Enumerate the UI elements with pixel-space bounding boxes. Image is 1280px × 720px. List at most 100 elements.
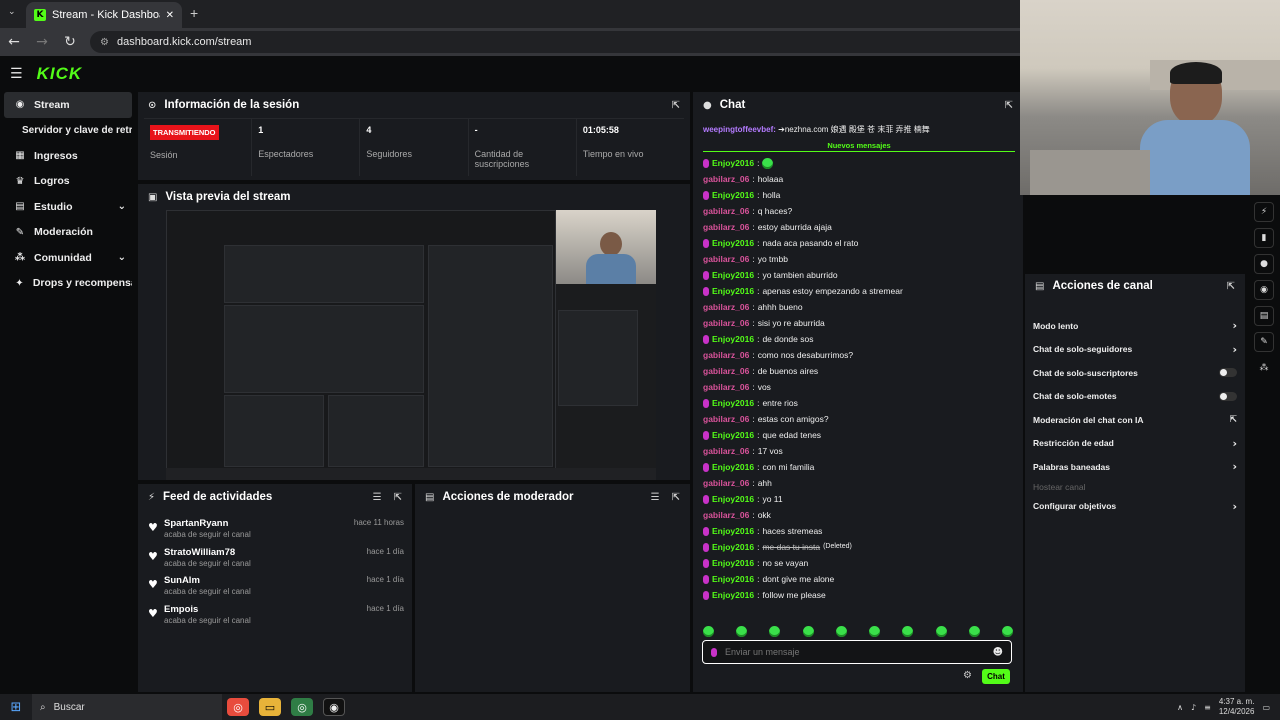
menu-icon[interactable]: ☰ bbox=[10, 66, 23, 82]
volume-icon[interactable]: ♪ bbox=[1191, 703, 1196, 712]
kick-logo[interactable]: KICK bbox=[37, 64, 83, 84]
emote-button-icon[interactable] bbox=[835, 626, 847, 637]
feed-user[interactable]: SunAlm bbox=[164, 575, 200, 586]
emote-button-icon[interactable] bbox=[869, 626, 881, 637]
file-explorer-icon[interactable]: ▭ bbox=[259, 698, 281, 716]
emoji-icon[interactable]: ☻ bbox=[993, 647, 1003, 658]
sidebar-item-0[interactable]: ◉ Stream bbox=[4, 92, 132, 118]
gear-icon[interactable]: ⚙ bbox=[963, 670, 972, 681]
site-info-icon[interactable]: ⚙ bbox=[100, 37, 109, 48]
toggle-switch[interactable] bbox=[1219, 368, 1237, 378]
chat-input-box[interactable]: ☻ bbox=[702, 640, 1012, 664]
chat-button-icon[interactable]: ● bbox=[1254, 254, 1274, 274]
chat-input[interactable] bbox=[725, 647, 985, 657]
chat-username[interactable]: gabilarz_06 bbox=[703, 507, 749, 523]
chat-username[interactable]: Enjoy2016 bbox=[712, 267, 754, 283]
bolt-button-icon[interactable]: ⚡ bbox=[1254, 202, 1274, 222]
chat-username[interactable]: Enjoy2016 bbox=[712, 187, 754, 203]
chat-username[interactable]: Enjoy2016 bbox=[712, 587, 754, 603]
notifications-icon[interactable]: ▭ bbox=[1262, 703, 1270, 712]
network-icon[interactable]: ≡ bbox=[1204, 703, 1211, 712]
channel-action-item[interactable]: Restricción de edad › bbox=[1025, 432, 1245, 456]
layout-button-icon[interactable]: ▤ bbox=[1254, 306, 1274, 326]
feed-user[interactable]: SpartanRyann bbox=[164, 518, 228, 529]
chat-username[interactable]: gabilarz_06 bbox=[703, 443, 749, 459]
feed-item[interactable]: ♥ SpartanRyann acaba de seguir el canal hac… bbox=[138, 518, 412, 547]
channel-action-item[interactable]: Chat de solo-emotes bbox=[1025, 385, 1245, 409]
new-messages-divider[interactable]: Nuevos mensajes bbox=[703, 142, 1015, 152]
document-button-icon[interactable]: ▮ bbox=[1254, 228, 1274, 248]
channel-action-item[interactable]: Palabras baneadas › bbox=[1025, 455, 1245, 479]
chat-username[interactable]: Enjoy2016 bbox=[712, 331, 754, 347]
chat-username[interactable]: Enjoy2016 bbox=[712, 283, 754, 299]
expand-icon[interactable]: ⇱ bbox=[394, 492, 402, 503]
chat-username[interactable]: gabilarz_06 bbox=[703, 411, 749, 427]
chat-username[interactable]: Enjoy2016 bbox=[712, 491, 754, 507]
toggle-switch[interactable] bbox=[1219, 391, 1237, 401]
chat-username[interactable]: Enjoy2016 bbox=[712, 539, 754, 555]
expand-icon[interactable]: ⇱ bbox=[1227, 281, 1235, 292]
sidebar-item-1[interactable]: Servidor y clave de retransmisión bbox=[4, 118, 132, 144]
chat-username[interactable]: Enjoy2016 bbox=[712, 155, 754, 171]
send-chat-button[interactable]: Chat bbox=[982, 669, 1010, 684]
emote-button-icon[interactable] bbox=[736, 626, 748, 637]
chat-username[interactable]: Enjoy2016 bbox=[712, 523, 754, 539]
chat-username[interactable]: Enjoy2016 bbox=[712, 571, 754, 587]
emote-button-icon[interactable] bbox=[968, 626, 980, 637]
chrome-active-icon[interactable]: ◎ bbox=[291, 698, 313, 716]
chat-username[interactable]: gabilarz_06 bbox=[703, 379, 749, 395]
chat-username[interactable]: gabilarz_06 bbox=[703, 347, 749, 363]
emote-button-icon[interactable] bbox=[902, 626, 914, 637]
emote-button-icon[interactable] bbox=[703, 626, 714, 637]
popout-icon[interactable]: ⇱ bbox=[1005, 100, 1013, 111]
stream-preview-video[interactable] bbox=[166, 210, 656, 480]
feed-user[interactable]: Empois bbox=[164, 604, 198, 615]
chat-username[interactable]: Enjoy2016 bbox=[712, 427, 754, 443]
feed-item[interactable]: ♥ StratoWilliam78 acaba de seguir el canal… bbox=[138, 547, 412, 576]
sidebar-item-5[interactable]: ✎ Moderación bbox=[4, 220, 132, 246]
chat-username[interactable]: gabilarz_06 bbox=[703, 315, 749, 331]
new-tab-icon[interactable]: + bbox=[190, 5, 198, 21]
sidebar-item-6[interactable]: ⁂ Comunidad ⌄ bbox=[4, 245, 132, 271]
sidebar-item-3[interactable]: ♛ Logros bbox=[4, 169, 132, 195]
users-button-icon[interactable]: ⁂ bbox=[1254, 358, 1274, 378]
broadcast-button-icon[interactable]: ◉ bbox=[1254, 280, 1274, 300]
chat-username[interactable]: gabilarz_06 bbox=[703, 251, 749, 267]
emote-button-icon[interactable] bbox=[769, 626, 781, 637]
channel-action-item[interactable]: Chat de solo-suscriptores bbox=[1025, 361, 1245, 385]
close-tab-icon[interactable]: ✕ bbox=[166, 10, 174, 21]
taskbar-search[interactable]: ⌕ Buscar bbox=[32, 694, 222, 720]
obs-icon[interactable]: ◉ bbox=[323, 698, 345, 716]
expand-icon[interactable]: ⇱ bbox=[672, 492, 680, 503]
feed-user[interactable]: StratoWilliam78 bbox=[164, 547, 235, 558]
filter-icon[interactable]: ☰ bbox=[373, 492, 382, 503]
chat-username[interactable]: gabilarz_06 bbox=[703, 171, 749, 187]
chat-username[interactable]: Enjoy2016 bbox=[712, 395, 754, 411]
chat-username[interactable]: gabilarz_06 bbox=[703, 475, 749, 491]
chat-username[interactable]: Enjoy2016 bbox=[712, 235, 754, 251]
chrome-icon[interactable]: ◎ bbox=[227, 698, 249, 716]
emote-button-icon[interactable] bbox=[1001, 626, 1013, 637]
chat-username[interactable]: Enjoy2016 bbox=[712, 555, 754, 571]
clock[interactable]: 4:37 a. m. 12/4/2026 bbox=[1219, 697, 1255, 717]
pinned-user[interactable]: weepingtoffeevbef: bbox=[703, 125, 776, 134]
chat-username[interactable]: gabilarz_06 bbox=[703, 219, 749, 235]
sidebar-item-2[interactable]: ▦ Ingresos bbox=[4, 143, 132, 169]
windows-start-icon[interactable]: ⊞ bbox=[0, 700, 32, 715]
chat-username[interactable]: gabilarz_06 bbox=[703, 299, 749, 315]
emote-button-icon[interactable] bbox=[935, 626, 947, 637]
chat-username[interactable]: gabilarz_06 bbox=[703, 363, 749, 379]
channel-action-item[interactable]: Modo lento › bbox=[1025, 314, 1245, 338]
chat-username[interactable]: gabilarz_06 bbox=[703, 203, 749, 219]
reload-icon[interactable]: ↻ bbox=[62, 34, 78, 50]
channel-action-item[interactable]: Configurar objetivos › bbox=[1025, 495, 1245, 519]
expand-icon[interactable]: ⇱ bbox=[672, 100, 680, 111]
filter-icon[interactable]: ☰ bbox=[651, 492, 660, 503]
sidebar-item-7[interactable]: ✦ Drops y recompensas bbox=[4, 271, 132, 297]
sidebar-item-4[interactable]: ▤ Estudio ⌄ bbox=[4, 194, 132, 220]
channel-action-item[interactable]: Moderación del chat con IA ⇱ bbox=[1025, 408, 1245, 432]
browser-tab[interactable]: K Stream - Kick Dashboard ✕ bbox=[26, 2, 182, 28]
back-icon[interactable]: ← bbox=[6, 34, 22, 50]
wrench-button-icon[interactable]: ✎ bbox=[1254, 332, 1274, 352]
tray-chevron-icon[interactable]: ∧ bbox=[1177, 703, 1183, 712]
